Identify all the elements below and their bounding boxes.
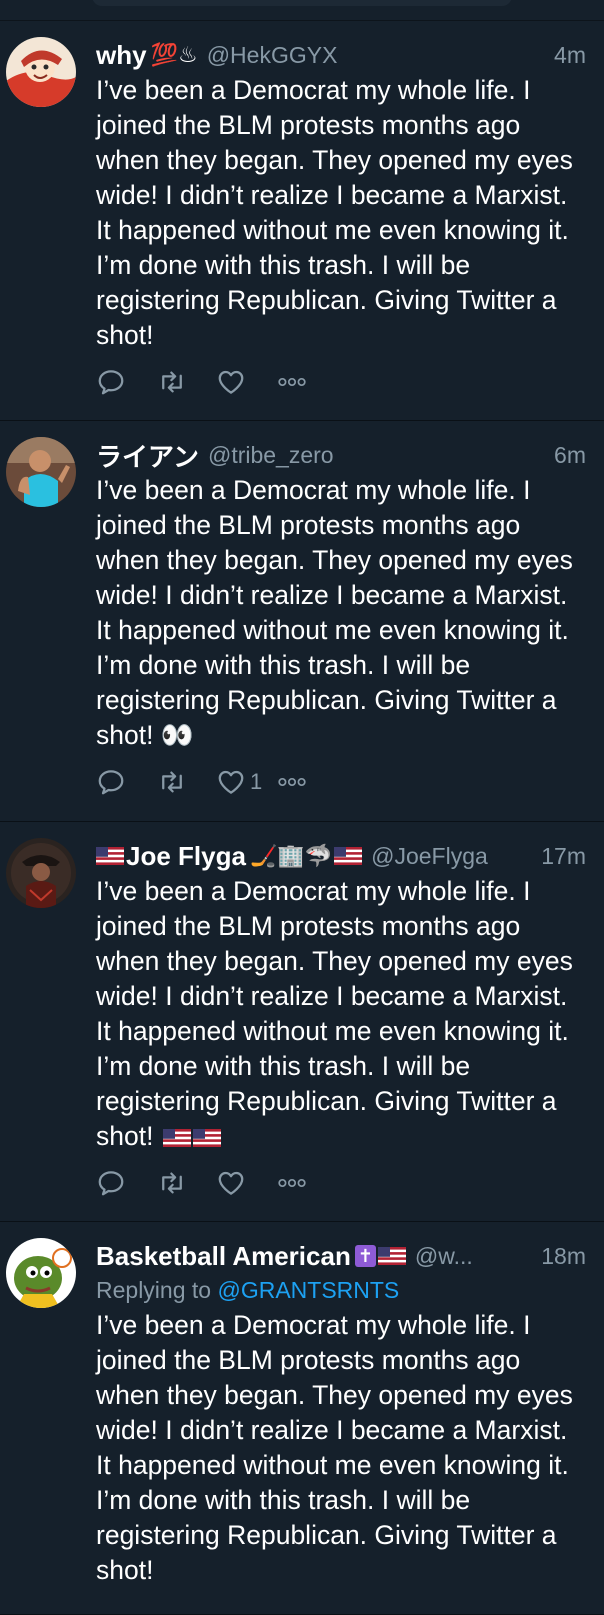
retweet-button[interactable] bbox=[156, 367, 216, 397]
like-icon bbox=[216, 1168, 246, 1198]
like-icon bbox=[216, 367, 246, 397]
more-button[interactable] bbox=[276, 775, 336, 789]
reply-icon bbox=[96, 1168, 126, 1198]
retweet-button[interactable] bbox=[156, 1168, 216, 1198]
user-handle[interactable]: @tribe_zero bbox=[208, 442, 334, 469]
user-handle[interactable]: @w... bbox=[415, 1243, 473, 1270]
display-name[interactable]: Joe Flyga 🏒🏢🦈 bbox=[96, 841, 362, 872]
retweet-icon bbox=[156, 767, 188, 797]
us-flag-icon bbox=[163, 1129, 191, 1147]
like-button[interactable] bbox=[216, 367, 276, 397]
tweet[interactable]: ライアン @tribe_zero 6m I’ve been a Democrat… bbox=[0, 421, 604, 822]
us-flag-icon bbox=[334, 847, 362, 865]
tweet-text-wrap: I’ve been a Democrat my whole life. I jo… bbox=[96, 473, 586, 753]
like-button[interactable]: 1 bbox=[216, 767, 276, 797]
tweet-text: I’ve been a Democrat my whole life. I jo… bbox=[96, 475, 573, 750]
text-emoji: 👀 bbox=[160, 720, 194, 750]
avatar[interactable] bbox=[6, 37, 76, 107]
tweet-actions: 1 bbox=[96, 765, 586, 799]
reply-button[interactable] bbox=[96, 767, 156, 797]
retweet-button[interactable] bbox=[156, 767, 216, 797]
timestamp[interactable]: 4m bbox=[544, 42, 586, 69]
tweet[interactable]: Basketball American ✝ @w... 18m Replying… bbox=[0, 1222, 604, 1615]
timestamp[interactable]: 6m bbox=[544, 442, 586, 469]
more-icon bbox=[276, 1176, 308, 1190]
reply-icon bbox=[96, 767, 126, 797]
reply-icon bbox=[96, 367, 126, 397]
display-name[interactable]: Basketball American ✝ bbox=[96, 1241, 406, 1272]
tweet-text: I’ve been a Democrat my whole life. I jo… bbox=[96, 876, 573, 1151]
avatar[interactable] bbox=[6, 1238, 76, 1308]
tweet-header: ライアン @tribe_zero 6m bbox=[96, 437, 586, 474]
more-button[interactable] bbox=[276, 375, 336, 389]
display-name[interactable]: why 💯♨ bbox=[96, 40, 198, 71]
tweet-header: Basketball American ✝ @w... 18m bbox=[96, 1240, 586, 1272]
reply-to-link[interactable]: @GRANTSRNTS bbox=[217, 1277, 399, 1303]
more-icon bbox=[276, 375, 308, 389]
name-emoji: 🏒🏢🦈 bbox=[249, 843, 333, 868]
tweet[interactable]: why 💯♨ @HekGGYX 4m I’ve been a Democrat … bbox=[0, 21, 604, 421]
tweet-text: I’ve been a Democrat my whole life. I jo… bbox=[96, 1310, 573, 1585]
search-bar-edge[interactable] bbox=[92, 0, 512, 6]
reply-button[interactable] bbox=[96, 1168, 156, 1198]
retweet-icon bbox=[156, 1168, 188, 1198]
tweet-header: Joe Flyga 🏒🏢🦈 @JoeFlyga 17m bbox=[96, 840, 586, 872]
replying-to-label: Replying to bbox=[96, 1277, 212, 1303]
top-search-area bbox=[0, 0, 604, 21]
avatar[interactable] bbox=[6, 838, 76, 908]
timestamp[interactable]: 17m bbox=[531, 843, 586, 870]
user-handle[interactable]: @HekGGYX bbox=[207, 42, 338, 69]
tweet-text-wrap: I’ve been a Democrat my whole life. I jo… bbox=[96, 874, 586, 1154]
reply-button[interactable] bbox=[96, 367, 156, 397]
tweet-header: why 💯♨ @HekGGYX 4m bbox=[96, 39, 586, 71]
replying-to: Replying to @GRANTSRNTS bbox=[96, 1274, 586, 1306]
avatar[interactable] bbox=[6, 437, 76, 507]
tweet-actions bbox=[96, 1166, 586, 1200]
more-button[interactable] bbox=[276, 1176, 336, 1190]
like-button[interactable] bbox=[216, 1168, 276, 1198]
tweet[interactable]: Joe Flyga 🏒🏢🦈 @JoeFlyga 17m I’ve been a … bbox=[0, 822, 604, 1222]
like-count: 1 bbox=[250, 769, 263, 794]
user-handle[interactable]: @JoeFlyga bbox=[371, 843, 488, 870]
timeline: why 💯♨ @HekGGYX 4m I’ve been a Democrat … bbox=[0, 21, 604, 1615]
name-emoji: 💯♨ bbox=[150, 42, 198, 67]
us-flag-icon bbox=[193, 1129, 221, 1147]
tweet-text: I’ve been a Democrat my whole life. I jo… bbox=[96, 75, 573, 350]
more-icon bbox=[276, 775, 308, 789]
name-emoji: ✝ bbox=[354, 1245, 376, 1267]
like-icon bbox=[216, 767, 246, 797]
us-flag-icon bbox=[378, 1247, 406, 1265]
us-flag-icon bbox=[96, 847, 124, 865]
display-name[interactable]: ライアン bbox=[96, 437, 199, 474]
timestamp[interactable]: 18m bbox=[531, 1243, 586, 1270]
retweet-icon bbox=[156, 367, 188, 397]
tweet-actions bbox=[96, 365, 586, 399]
